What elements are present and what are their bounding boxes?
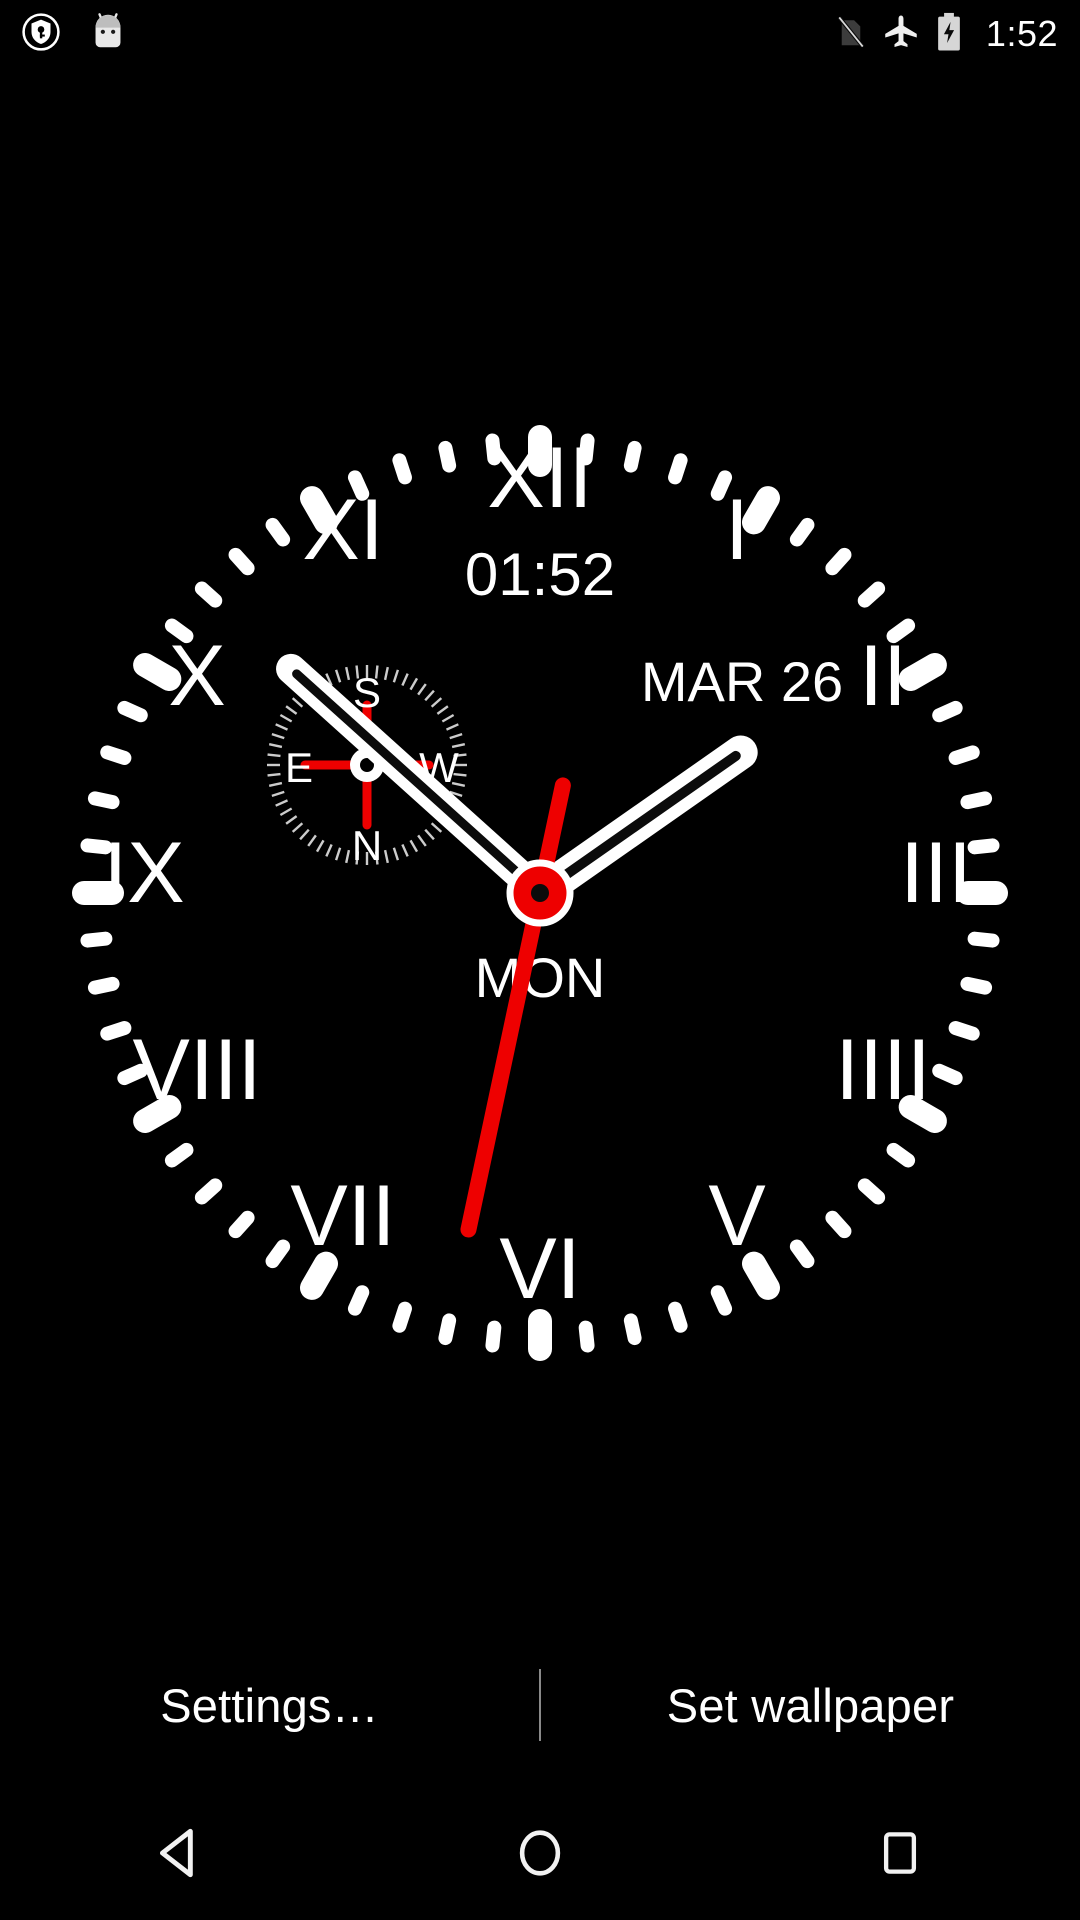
hour-numeral-2: II <box>859 628 907 724</box>
settings-button-label: Settings… <box>160 1678 379 1732</box>
compass-label-bottom: N <box>352 822 382 869</box>
hour-numeral-10: X <box>168 628 225 724</box>
status-bar: 1:52 <box>0 0 1080 68</box>
wallpaper-action-bar: Settings… Set wallpaper <box>0 1640 1080 1770</box>
settings-button[interactable]: Settings… <box>0 1640 539 1770</box>
hour-numeral-1: I <box>725 482 749 578</box>
battery-charging-icon <box>934 11 964 58</box>
hour-numeral-8: VIII <box>132 1022 261 1118</box>
no-sim-signal-off-icon <box>834 13 868 56</box>
status-bar-left-icons <box>22 10 130 59</box>
hour-numeral-5: V <box>708 1168 765 1264</box>
analog-clock-face: XII I II III IIII V VI VII VIII IX X XI … <box>30 383 1050 1403</box>
status-bar-right-icons: 1:52 <box>834 11 1058 58</box>
date-complication: MAR 26 <box>641 650 843 713</box>
hour-numeral-3: III <box>900 825 972 921</box>
airplane-mode-icon <box>882 12 920 57</box>
recents-square-icon <box>874 1827 926 1884</box>
set-wallpaper-button-label: Set wallpaper <box>666 1678 955 1732</box>
set-wallpaper-button[interactable]: Set wallpaper <box>541 1640 1080 1770</box>
vpn-key-shield-icon <box>22 12 60 56</box>
compass-subdial: S N E W <box>267 665 467 869</box>
back-triangle-icon <box>149 1822 211 1889</box>
wallpaper-preview-canvas[interactable]: XII I II III IIII V VI VII VIII IX X XI … <box>0 68 1080 1638</box>
back-button[interactable] <box>95 1790 265 1920</box>
hour-numeral-9: IX <box>103 825 184 921</box>
android-head-icon <box>86 10 130 59</box>
hour-numeral-4: IIII <box>835 1022 931 1118</box>
status-bar-clock: 1:52 <box>985 13 1058 54</box>
hour-numeral-7: VII <box>290 1168 395 1264</box>
hour-numeral-11: XI <box>302 482 383 578</box>
hour-numeral-6: VI <box>499 1221 580 1317</box>
home-button[interactable] <box>455 1790 625 1920</box>
recents-button[interactable] <box>815 1790 985 1920</box>
hour-numeral-12: XII <box>487 430 592 526</box>
navigation-bar <box>0 1790 1080 1920</box>
home-circle-icon <box>511 1824 569 1887</box>
clock-center-dot <box>531 884 549 902</box>
digital-time-readout: 01:52 <box>465 541 615 608</box>
weekday-complication: MON <box>475 946 606 1009</box>
compass-label-left: E <box>285 744 313 791</box>
